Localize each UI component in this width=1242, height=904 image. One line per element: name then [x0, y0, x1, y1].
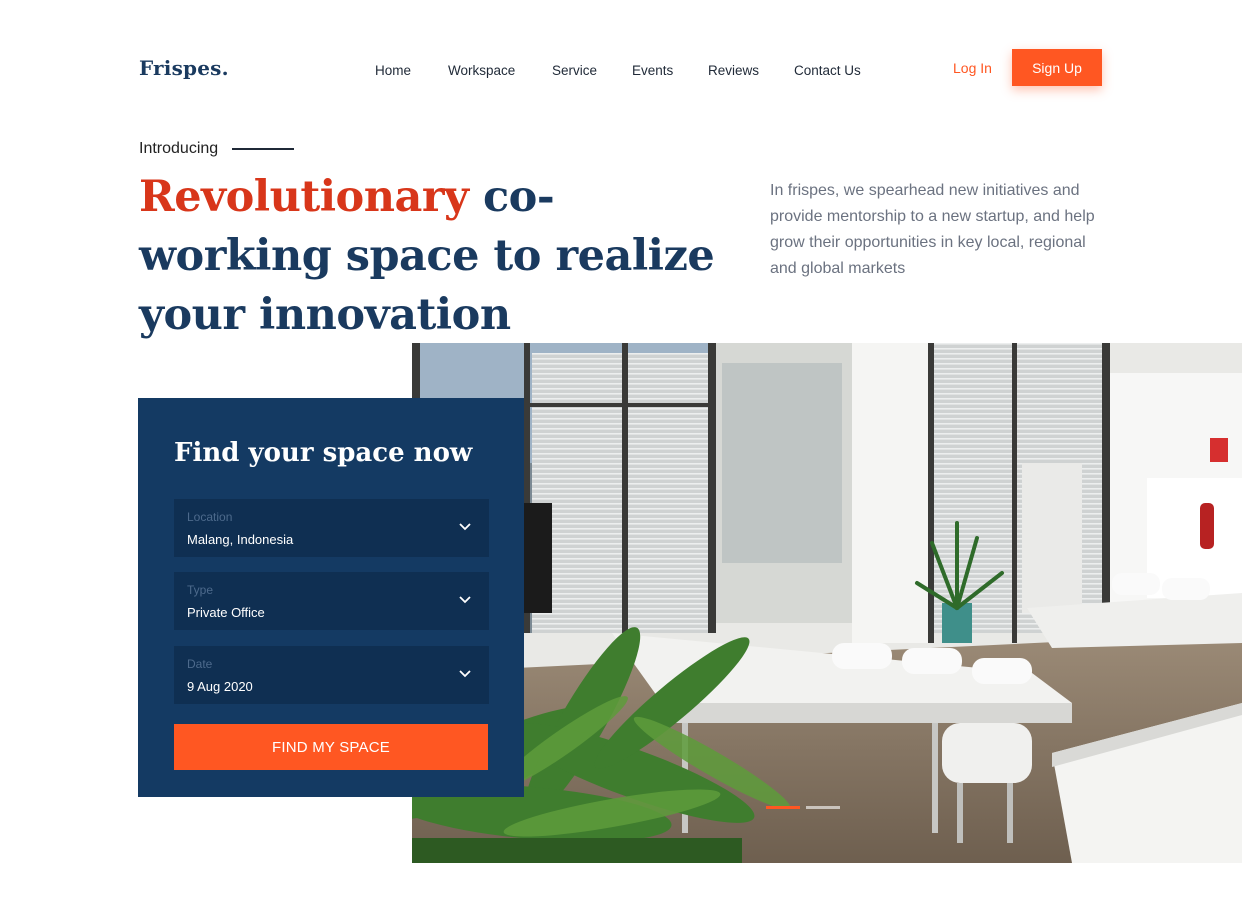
carousel-dot-2[interactable]	[806, 806, 840, 809]
intro-text: Introducing	[139, 140, 219, 157]
nav-item-contact-us[interactable]: Contact Us	[794, 63, 861, 78]
type-select[interactable]: Type Private Office	[174, 572, 489, 630]
headline-accent: Revolutionary	[139, 172, 469, 222]
nav-item-workspace[interactable]: Workspace	[448, 63, 515, 78]
search-card: Find your space now Location Malang, Ind…	[138, 398, 524, 797]
date-select[interactable]: Date 9 Aug 2020	[174, 646, 489, 704]
carousel-indicators	[766, 806, 840, 809]
office-illustration	[412, 343, 1242, 863]
nav-item-service[interactable]: Service	[552, 63, 597, 78]
location-value: Malang, Indonesia	[187, 532, 294, 547]
brand-logo[interactable]: Frispes.	[139, 56, 229, 80]
location-select[interactable]: Location Malang, Indonesia	[174, 499, 489, 557]
date-value: 9 Aug 2020	[187, 679, 253, 694]
chevron-down-icon	[459, 670, 471, 678]
nav-item-events[interactable]: Events	[632, 63, 673, 78]
intro-divider	[232, 148, 295, 150]
find-my-space-button[interactable]: FIND MY SPACE	[174, 724, 488, 770]
type-label: Type	[187, 583, 214, 597]
chevron-down-icon	[459, 596, 471, 604]
type-value: Private Office	[187, 605, 265, 620]
nav-item-home[interactable]: Home	[375, 63, 411, 78]
carousel-dot-1[interactable]	[766, 806, 800, 809]
chevron-down-icon	[459, 523, 471, 531]
intro-label: Introducing	[139, 140, 295, 158]
search-card-title: Find your space now	[174, 438, 473, 468]
office-photo	[412, 343, 1242, 863]
page-title: Revolutionary co-working space to realiz…	[139, 168, 739, 345]
hero-description: In frispes, we spearhead new initiatives…	[770, 182, 1095, 277]
date-label: Date	[187, 657, 213, 671]
nav-item-reviews[interactable]: Reviews	[708, 63, 759, 78]
login-link[interactable]: Log In	[953, 60, 992, 76]
location-label: Location	[187, 510, 233, 524]
signup-button[interactable]: Sign Up	[1012, 49, 1102, 86]
